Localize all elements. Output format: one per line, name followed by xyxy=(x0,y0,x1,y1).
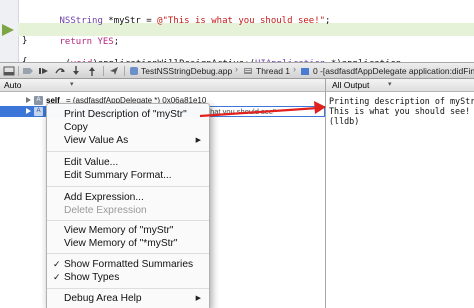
chevron-down-icon[interactable]: ▾ xyxy=(388,79,392,91)
console-prompt[interactable]: (lldb) xyxy=(329,116,359,126)
toolbar-separator xyxy=(103,66,104,76)
disclosure-triangle-icon[interactable] xyxy=(26,108,31,114)
menu-item-copy[interactable]: Copy xyxy=(47,121,209,134)
code-line-return[interactable]: return YES; xyxy=(27,24,120,47)
console-scope-select[interactable]: All Output xyxy=(332,79,369,91)
code-line-method-signature[interactable]: - (void)applicationWillResignActive:(UIA… xyxy=(22,46,402,69)
menu-item-view-memory[interactable]: View Memory of "myStr" xyxy=(47,224,209,237)
checkmark-icon: ✓ xyxy=(53,272,61,282)
code-text: ; xyxy=(325,16,331,26)
thread-icon xyxy=(243,65,253,77)
breakpoints-toggle-icon[interactable] xyxy=(22,65,34,77)
menu-item-view-memory-deref[interactable]: View Memory of "*myStr" xyxy=(47,237,209,250)
disclosure-triangle-icon[interactable] xyxy=(26,97,31,103)
console-line: This is what you should see! xyxy=(329,106,471,116)
menu-item-label: Delete Expression xyxy=(64,205,147,216)
menu-item-label: View Value As xyxy=(64,135,129,146)
menu-item-delete-expression: Delete Expression xyxy=(47,204,209,217)
console-output[interactable]: Printing description of myStr: This is w… xyxy=(326,92,474,308)
app-icon xyxy=(129,65,139,77)
debug-toolbar: TestNSStringDebug.app › Thread 1 › 0 -[a… xyxy=(0,62,474,79)
breadcrumb-separator-icon: › xyxy=(293,64,296,74)
menu-separator xyxy=(47,288,209,289)
argument-badge-icon: A xyxy=(34,107,43,116)
context-menu: Print Description of "myStr" Copy View V… xyxy=(46,103,210,308)
toolbar-separator xyxy=(18,66,19,76)
argument-badge-icon: A xyxy=(34,96,43,105)
menu-item-label: Show Types xyxy=(64,272,120,283)
menu-item-show-types[interactable]: ✓ Show Types xyxy=(47,271,209,284)
menu-item-label: Debug Area Help xyxy=(64,293,142,304)
breadcrumb-app[interactable]: TestNSStringDebug.app xyxy=(141,63,232,79)
variables-scope-bar: Auto ▾ xyxy=(0,79,325,92)
step-over-icon[interactable] xyxy=(54,65,66,77)
menu-item-show-formatted-summaries[interactable]: ✓ Show Formatted Summaries xyxy=(47,258,209,271)
menu-item-label: Copy xyxy=(64,122,88,133)
menu-separator xyxy=(47,186,209,187)
breadcrumb-thread[interactable]: Thread 1 xyxy=(256,63,290,79)
code-editor[interactable]: NSString *myStr = @"This is what you sho… xyxy=(0,0,474,69)
string-literal: @"This is what you should see!" xyxy=(157,16,326,26)
menu-separator xyxy=(47,220,209,221)
menu-item-edit-summary-format[interactable]: Edit Summary Format... xyxy=(47,169,209,182)
step-into-icon[interactable] xyxy=(70,65,82,77)
menu-item-label: Edit Value... xyxy=(64,157,119,168)
continue-icon[interactable] xyxy=(38,65,50,77)
stack-frame-icon xyxy=(300,65,310,77)
menu-item-debug-area-help[interactable]: Debug Area Help ▶ xyxy=(47,292,209,305)
step-out-icon[interactable] xyxy=(86,65,98,77)
menu-item-label: Show Formatted Summaries xyxy=(64,259,194,270)
menu-item-print-description[interactable]: Print Description of "myStr" xyxy=(47,108,209,121)
checkmark-icon: ✓ xyxy=(53,259,61,269)
menu-item-add-expression[interactable]: Add Expression... xyxy=(47,191,209,204)
menu-item-view-value-as[interactable]: View Value As ▶ xyxy=(47,134,209,147)
chevron-down-icon[interactable]: ▾ xyxy=(70,79,74,91)
submenu-arrow-icon: ▶ xyxy=(195,137,201,144)
menu-separator xyxy=(47,253,209,254)
xcode-debugger-window: NSString *myStr = @"This is what you sho… xyxy=(0,0,474,308)
hide-debug-area-icon[interactable] xyxy=(3,65,15,77)
variables-scope-select[interactable]: Auto xyxy=(4,79,22,91)
location-icon[interactable] xyxy=(108,65,120,77)
submenu-arrow-icon: ▶ xyxy=(195,295,201,302)
breadcrumb-separator-icon: › xyxy=(235,64,238,74)
instruction-pointer-icon[interactable] xyxy=(2,24,14,36)
menu-item-label: Print Description of "myStr" xyxy=(64,109,187,120)
menu-item-edit-value[interactable]: Edit Value... xyxy=(47,156,209,169)
console-scope-bar: All Output ▾ xyxy=(326,79,474,92)
menu-item-label: Add Expression... xyxy=(64,192,144,203)
menu-separator xyxy=(47,151,209,152)
toolbar-separator xyxy=(124,66,125,76)
variable-value: that you should see" xyxy=(206,107,324,116)
code-line-nsstring[interactable]: NSString *myStr = @"This is what you sho… xyxy=(27,3,331,26)
menu-item-label: View Memory of "myStr" xyxy=(64,225,174,236)
console-line: Printing description of myStr: xyxy=(329,96,474,106)
menu-item-label: View Memory of "*myStr" xyxy=(64,238,178,249)
breadcrumb-stack-frame[interactable]: 0 -[asdfasdfAppDelegate application:didF… xyxy=(313,63,474,79)
menu-item-label: Edit Summary Format... xyxy=(64,170,172,181)
